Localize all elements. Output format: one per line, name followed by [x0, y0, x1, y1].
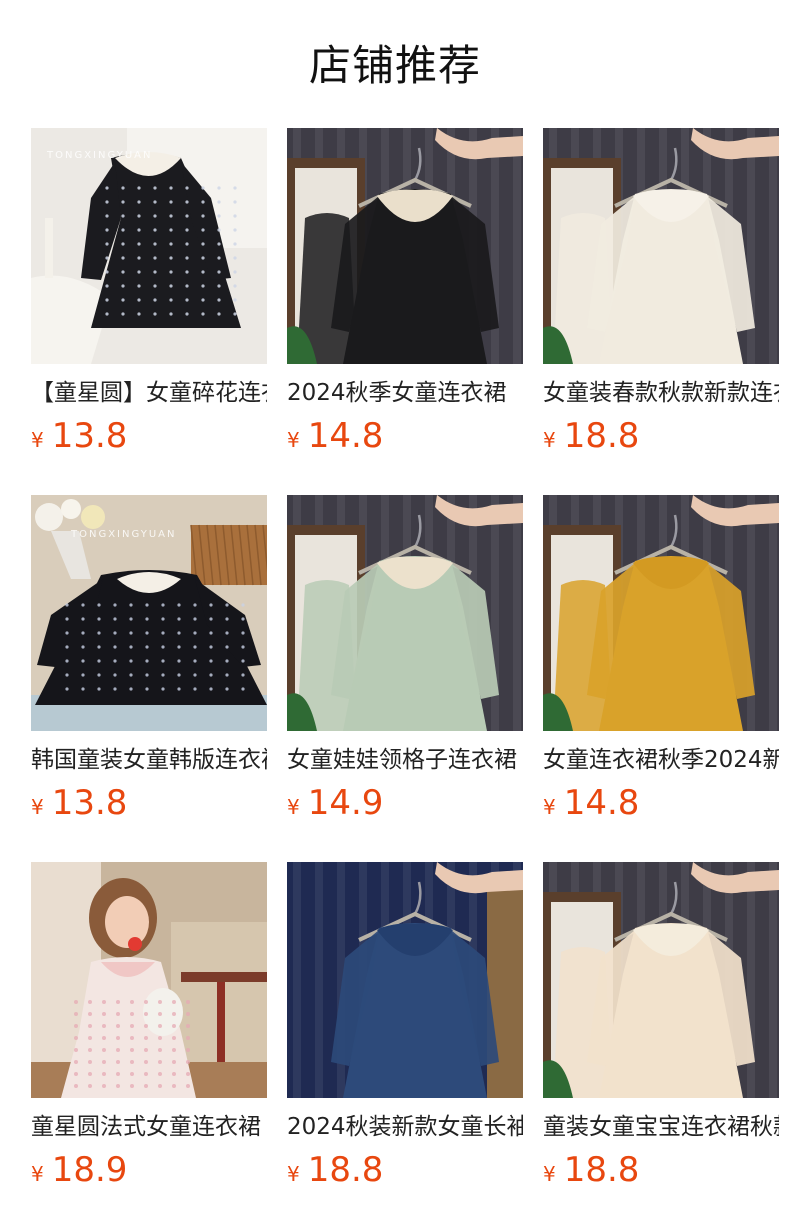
product-price: ¥14.9: [287, 781, 383, 825]
currency-symbol: ¥: [31, 428, 44, 452]
currency-symbol: ¥: [543, 795, 556, 819]
price-value: 18.9: [51, 1150, 128, 1190]
product-image[interactable]: [543, 128, 779, 364]
product-price: ¥14.8: [543, 781, 639, 825]
product-price: ¥14.8: [287, 414, 383, 458]
product-name[interactable]: 女童连衣裙秋季2024新款: [543, 745, 779, 775]
svg-text:TONGXINGYUAN: TONGXINGYUAN: [70, 529, 177, 540]
product-card[interactable]: TONGXINGYUAN 韩国童装女童韩版连衣裙 ¥13.8: [31, 495, 267, 823]
product-card[interactable]: 2024秋装新款女童长袖连衣裙 ¥18.8: [287, 862, 523, 1190]
price-value: 18.8: [563, 416, 640, 456]
product-price: ¥13.8: [31, 781, 127, 825]
price-value: 14.8: [307, 416, 384, 456]
product-image[interactable]: [543, 862, 779, 1098]
price-value: 14.8: [563, 783, 640, 823]
price-value: 18.8: [563, 1150, 640, 1190]
price-value: 13.8: [51, 783, 128, 823]
shop-recommend-page: 店铺推荐 TONGXINGYUAN 【童星圆】女童碎花连衣裙 ¥13.8 2024秋季…: [0, 0, 790, 1230]
product-name[interactable]: 童装女童宝宝连衣裙秋款: [543, 1112, 779, 1142]
currency-symbol: ¥: [287, 428, 300, 452]
product-image[interactable]: TONGXINGYUAN: [31, 495, 267, 731]
product-card[interactable]: 女童娃娃领格子连衣裙 ¥14.9: [287, 495, 523, 823]
product-image[interactable]: [287, 862, 523, 1098]
product-name[interactable]: 【童星圆】女童碎花连衣裙: [31, 378, 267, 408]
product-image[interactable]: [287, 495, 523, 731]
product-image[interactable]: TONGXINGYUAN: [31, 128, 267, 364]
currency-symbol: ¥: [287, 1162, 300, 1186]
product-image[interactable]: [31, 862, 267, 1098]
product-card[interactable]: 童装女童宝宝连衣裙秋款 ¥18.8: [543, 862, 779, 1190]
product-name[interactable]: 女童装春款秋款新款连衣裙: [543, 378, 779, 408]
product-card[interactable]: 2024秋季女童连衣裙 ¥14.8: [287, 128, 523, 456]
product-card[interactable]: 童星圆法式女童连衣裙 ¥18.9: [31, 862, 267, 1190]
product-price: ¥18.8: [543, 1148, 639, 1192]
product-name[interactable]: 童星圆法式女童连衣裙: [31, 1112, 267, 1142]
currency-symbol: ¥: [31, 1162, 44, 1186]
product-price: ¥18.8: [287, 1148, 383, 1192]
currency-symbol: ¥: [543, 428, 556, 452]
currency-symbol: ¥: [31, 795, 44, 819]
product-grid: TONGXINGYUAN 【童星圆】女童碎花连衣裙 ¥13.8 2024秋季女童连衣裙…: [31, 128, 779, 1190]
price-value: 14.9: [307, 783, 384, 823]
price-value: 18.8: [307, 1150, 384, 1190]
product-price: ¥13.8: [31, 414, 127, 458]
section-title: 店铺推荐: [308, 41, 481, 90]
product-card[interactable]: 女童装春款秋款新款连衣裙 ¥18.8: [543, 128, 779, 456]
svg-text:TONGXINGYUAN: TONGXINGYUAN: [46, 150, 153, 161]
product-card[interactable]: TONGXINGYUAN 【童星圆】女童碎花连衣裙 ¥13.8: [31, 128, 267, 456]
product-name[interactable]: 韩国童装女童韩版连衣裙: [31, 745, 267, 775]
product-name[interactable]: 2024秋装新款女童长袖连衣裙: [287, 1112, 523, 1142]
product-image[interactable]: [287, 128, 523, 364]
product-name[interactable]: 女童娃娃领格子连衣裙: [287, 745, 523, 775]
product-price: ¥18.9: [31, 1148, 127, 1192]
product-price: ¥18.8: [543, 414, 639, 458]
product-image[interactable]: [543, 495, 779, 731]
currency-symbol: ¥: [543, 1162, 556, 1186]
currency-symbol: ¥: [287, 795, 300, 819]
price-value: 13.8: [51, 416, 128, 456]
product-name[interactable]: 2024秋季女童连衣裙: [287, 378, 523, 408]
product-card[interactable]: 女童连衣裙秋季2024新款 ¥14.8: [543, 495, 779, 823]
